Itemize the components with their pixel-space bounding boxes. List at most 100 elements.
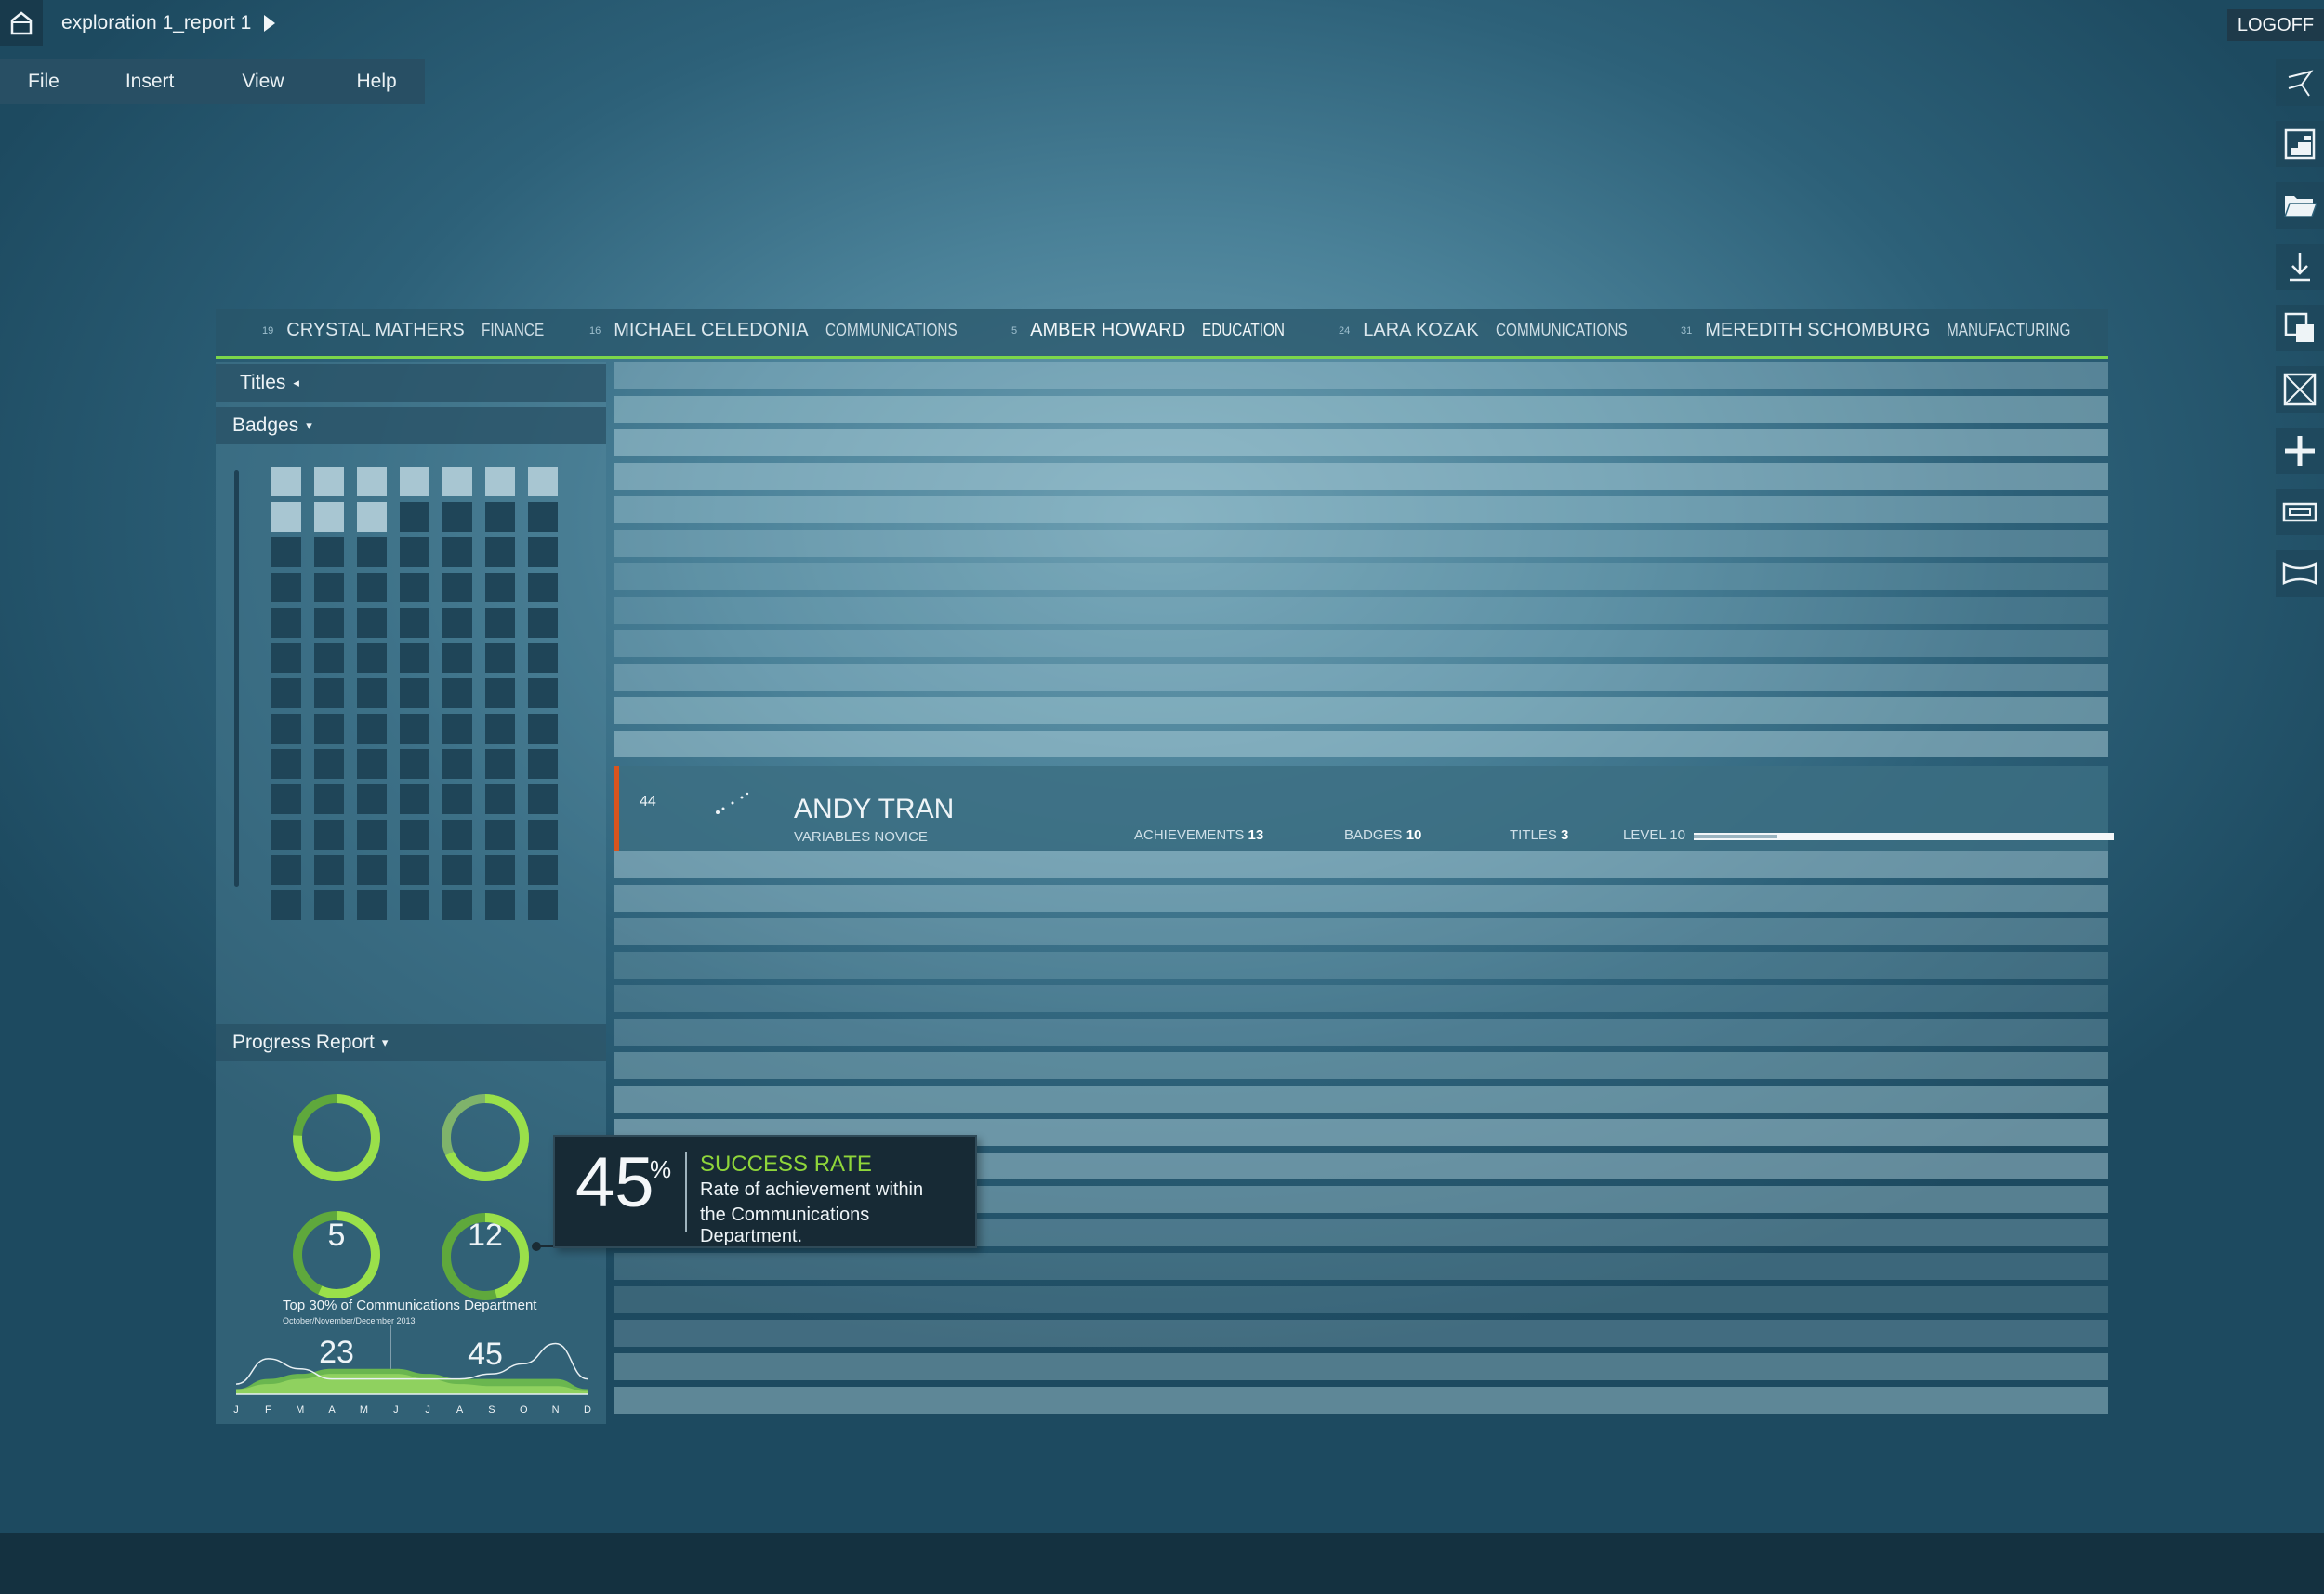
badge-locked[interactable] — [485, 643, 515, 673]
progress-ring[interactable]: 45 — [439, 1210, 532, 1372]
fullscreen-button[interactable] — [2276, 366, 2324, 413]
progress-ring[interactable]: 23 — [290, 1208, 383, 1370]
badge-locked[interactable] — [485, 749, 515, 779]
badge-locked[interactable] — [357, 855, 387, 885]
window-button[interactable] — [2276, 489, 2324, 535]
badge-locked[interactable] — [271, 784, 301, 814]
badge-locked[interactable] — [485, 855, 515, 885]
progress-ring[interactable]: 5 — [290, 1091, 383, 1253]
badge-locked[interactable] — [485, 714, 515, 744]
badge-locked[interactable] — [442, 820, 472, 850]
badge-locked[interactable] — [400, 820, 429, 850]
badge-locked[interactable] — [400, 502, 429, 532]
badge-locked[interactable] — [271, 608, 301, 638]
badge-locked[interactable] — [357, 820, 387, 850]
badge-locked[interactable] — [485, 820, 515, 850]
badge-locked[interactable] — [400, 714, 429, 744]
badge-locked[interactable] — [314, 855, 344, 885]
badge-locked[interactable] — [314, 573, 344, 602]
badge-locked[interactable] — [442, 855, 472, 885]
badge-locked[interactable] — [400, 678, 429, 708]
badge-locked[interactable] — [528, 573, 558, 602]
badge-locked[interactable] — [357, 714, 387, 744]
person-amber-howard[interactable]: 5 AMBER HOWARD EDUCATION — [1011, 320, 1300, 341]
badge-locked[interactable] — [442, 573, 472, 602]
badge-earned[interactable] — [357, 467, 387, 496]
menu-file[interactable]: File — [28, 71, 59, 93]
badge-locked[interactable] — [485, 678, 515, 708]
badge-locked[interactable] — [442, 784, 472, 814]
badge-locked[interactable] — [528, 890, 558, 920]
share-path-button[interactable] — [2276, 59, 2324, 106]
badge-locked[interactable] — [271, 820, 301, 850]
badge-locked[interactable] — [357, 608, 387, 638]
badge-locked[interactable] — [357, 890, 387, 920]
open-folder-button[interactable] — [2276, 182, 2324, 229]
badge-earned[interactable] — [314, 502, 344, 532]
badge-locked[interactable] — [528, 537, 558, 567]
badge-earned[interactable] — [314, 467, 344, 496]
badge-locked[interactable] — [357, 678, 387, 708]
badge-locked[interactable] — [271, 855, 301, 885]
badge-earned[interactable] — [528, 467, 558, 496]
badge-locked[interactable] — [271, 714, 301, 744]
badge-locked[interactable] — [314, 678, 344, 708]
badge-locked[interactable] — [442, 643, 472, 673]
menu-insert[interactable]: Insert — [125, 71, 175, 93]
breadcrumb[interactable]: exploration 1_report 1 — [61, 12, 276, 34]
badge-locked[interactable] — [400, 537, 429, 567]
badge-earned[interactable] — [271, 467, 301, 496]
badge-locked[interactable] — [271, 678, 301, 708]
badge-locked[interactable] — [314, 714, 344, 744]
badge-locked[interactable] — [357, 784, 387, 814]
badge-locked[interactable] — [528, 855, 558, 885]
add-button[interactable] — [2276, 428, 2324, 474]
menu-help[interactable]: Help — [357, 71, 397, 93]
badge-locked[interactable] — [442, 678, 472, 708]
badge-locked[interactable] — [400, 749, 429, 779]
badge-locked[interactable] — [314, 643, 344, 673]
badge-locked[interactable] — [485, 502, 515, 532]
badge-earned[interactable] — [442, 467, 472, 496]
badge-locked[interactable] — [485, 573, 515, 602]
badge-locked[interactable] — [357, 643, 387, 673]
badge-locked[interactable] — [485, 890, 515, 920]
badge-locked[interactable] — [442, 502, 472, 532]
badge-locked[interactable] — [528, 643, 558, 673]
badge-locked[interactable] — [271, 749, 301, 779]
badge-locked[interactable] — [314, 820, 344, 850]
person-crystal-mathers[interactable]: 19 CRYSTAL MATHERS FINANCE — [262, 320, 555, 341]
badge-locked[interactable] — [485, 608, 515, 638]
badge-locked[interactable] — [357, 573, 387, 602]
progress-ring[interactable]: 12 — [439, 1091, 532, 1253]
titles-header[interactable]: Titles ◂ — [216, 364, 606, 402]
badge-locked[interactable] — [400, 784, 429, 814]
home-button[interactable] — [0, 0, 43, 46]
badge-locked[interactable] — [357, 749, 387, 779]
badge-earned[interactable] — [271, 502, 301, 532]
badge-locked[interactable] — [528, 820, 558, 850]
badge-locked[interactable] — [528, 749, 558, 779]
badge-locked[interactable] — [528, 678, 558, 708]
badge-earned[interactable] — [400, 467, 429, 496]
expand-button[interactable] — [2276, 550, 2324, 597]
play-icon[interactable] — [264, 15, 276, 32]
badge-locked[interactable] — [485, 537, 515, 567]
badges-scrollbar[interactable] — [234, 470, 239, 887]
badge-locked[interactable] — [528, 714, 558, 744]
badge-locked[interactable] — [442, 714, 472, 744]
badge-locked[interactable] — [357, 537, 387, 567]
badge-locked[interactable] — [400, 608, 429, 638]
badge-locked[interactable] — [314, 749, 344, 779]
copy-window-button[interactable] — [2276, 305, 2324, 351]
badge-locked[interactable] — [400, 855, 429, 885]
progress-report-header[interactable]: Progress Report ▾ — [216, 1024, 606, 1061]
badge-locked[interactable] — [442, 890, 472, 920]
badge-locked[interactable] — [528, 784, 558, 814]
badge-locked[interactable] — [442, 537, 472, 567]
badge-locked[interactable] — [314, 890, 344, 920]
badge-locked[interactable] — [271, 643, 301, 673]
badge-locked[interactable] — [400, 573, 429, 602]
badge-locked[interactable] — [271, 573, 301, 602]
badge-locked[interactable] — [314, 784, 344, 814]
